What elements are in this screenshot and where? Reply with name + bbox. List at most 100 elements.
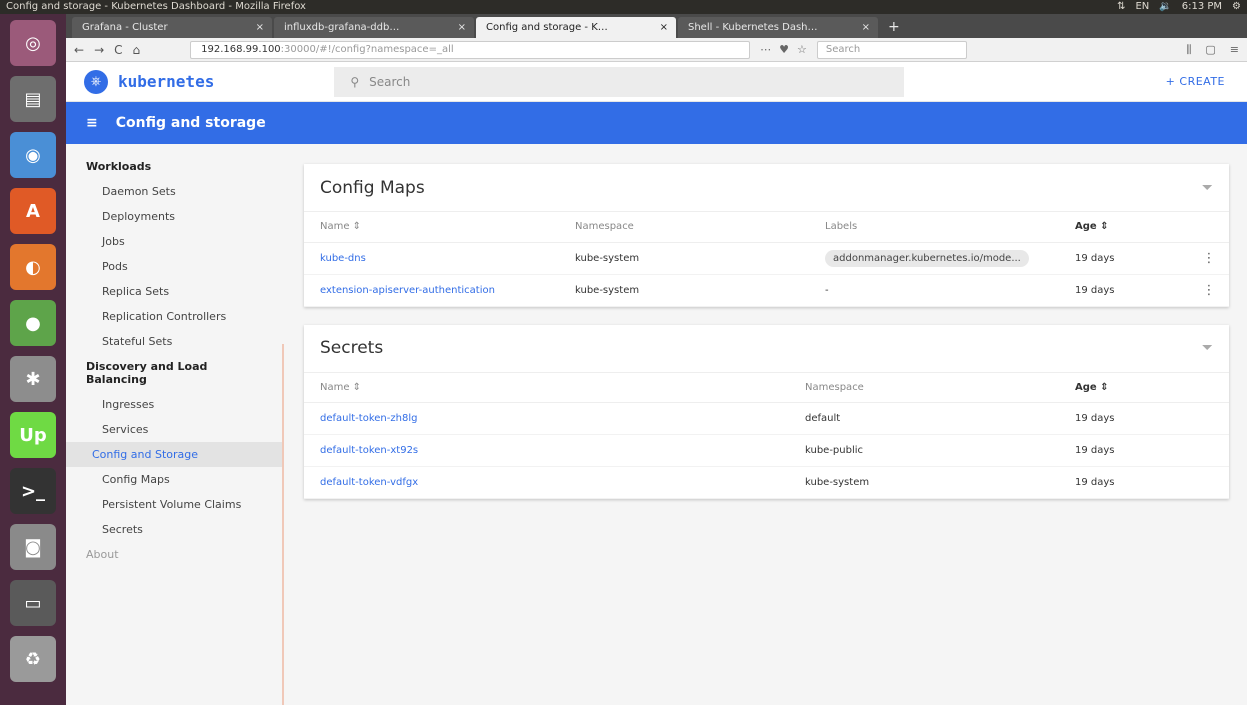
new-tab-button[interactable]: + [880,17,908,38]
namespace-cell: default [789,402,1059,435]
row-menu-icon[interactable]: ⋮ [1189,242,1229,275]
sidebar-item-persistent-volume-claims[interactable]: Persistent Volume Claims [66,492,284,517]
close-tab-icon[interactable]: × [458,17,466,38]
system-settings-icon[interactable]: ✱ [10,356,56,402]
tab-bar: Grafana - Cluster × influxdb-grafana-ddb…… [66,14,1247,38]
labels-cell: - [809,274,1059,307]
configmap-name-link[interactable]: kube-dns [304,242,559,275]
firefox-icon[interactable]: ◐ [10,244,56,290]
clock[interactable]: 6:13 PM [1182,0,1222,14]
sidebar-item-services[interactable]: Services [66,417,284,442]
table-row: default-token-xt92s kube-public 19 days [304,434,1229,467]
card-header: Config Maps ⏷ [304,164,1229,212]
table-row: kube-dns kube-system addonmanager.kubern… [304,242,1229,275]
age-cell: 19 days [1059,434,1229,467]
reload-icon[interactable]: C [114,43,122,57]
tab-grafana-cluster[interactable]: Grafana - Cluster × [72,17,272,38]
chrome-icon[interactable]: ◉ [10,132,56,178]
sidebar-item-replication-controllers[interactable]: Replication Controllers [66,304,284,329]
trash-icon[interactable]: ♻ [10,636,56,682]
configmap-name-link[interactable]: extension-apiserver-authentication [304,274,559,307]
sidebar-divider [282,344,284,705]
age-cell: 19 days [1059,402,1229,435]
sidebar-item-replica-sets[interactable]: Replica Sets [66,279,284,304]
settings-gear-icon[interactable]: ⚙ [1232,0,1241,14]
table-row: default-token-vdfgx kube-system 19 days [304,466,1229,499]
content-area: Workloads Daemon Sets Deployments Jobs P… [66,144,1247,705]
close-tab-icon[interactable]: × [862,17,870,38]
menu-icon[interactable]: ≡ [86,115,98,131]
sidebar-item-daemon-sets[interactable]: Daemon Sets [66,179,284,204]
namespace-cell: kube-system [789,466,1059,499]
create-button[interactable]: + CREATE [1166,75,1225,88]
terminal-icon[interactable]: >_ [10,468,56,514]
filter-icon[interactable]: ⏷ [1202,340,1213,356]
dash-home-icon[interactable]: ◎ [10,20,56,66]
close-tab-icon[interactable]: × [660,17,668,38]
page-actions-menu-icon[interactable]: ⋯ [760,43,771,56]
network-icon[interactable]: ⇅ [1117,0,1125,14]
files-icon[interactable]: ▤ [10,76,56,122]
page-title: Config and storage [115,115,266,131]
row-menu-icon[interactable]: ⋮ [1189,274,1229,307]
filter-icon[interactable]: ⏷ [1202,180,1213,196]
sidebar-item-stateful-sets[interactable]: Stateful Sets [66,329,284,354]
sidebar-item-deployments[interactable]: Deployments [66,204,284,229]
table-header-row: Name ⇕ Namespace Labels Age ⇕ [304,212,1229,243]
namespace-cell: kube-public [789,434,1059,467]
card-title: Config Maps [320,177,425,198]
disk-icon[interactable]: ◙ [10,524,56,570]
k8s-search-input[interactable]: ⚲ Search [334,66,905,97]
card-header: Secrets ⏷ [304,325,1229,373]
age-cell: 19 days [1059,242,1189,275]
close-tab-icon[interactable]: × [256,17,264,38]
sidebar-item-jobs[interactable]: Jobs [66,229,284,254]
sidebar-section-discovery[interactable]: Discovery and Load Balancing [66,354,284,392]
sidebar-item-secrets[interactable]: Secrets [66,517,284,542]
label-chip: addonmanager.kubernetes.io/mode... [825,249,1029,267]
secret-name-link[interactable]: default-token-vdfgx [304,466,789,499]
os-top-bar: Config and storage - Kubernetes Dashboar… [0,0,1247,14]
sidebar-section-workloads[interactable]: Workloads [66,154,284,179]
tab-influxdb-grafana[interactable]: influxdb-grafana-ddb… × [274,17,474,38]
page-actions: ⋯ ♥ ☆ [760,43,807,56]
hamburger-menu-icon[interactable]: ≡ [1230,43,1239,57]
sidebar-item-about[interactable]: About [66,542,284,567]
pocket-icon[interactable]: ♥ [779,43,789,56]
system-tray: ⇅ EN 🔉 6:13 PM ⚙ [1117,0,1241,14]
forward-arrow-icon[interactable]: → [94,43,104,57]
column-header-age[interactable]: Age ⇕ [1059,372,1229,403]
url-bar[interactable]: 192.168.99.100:30000/#!/config?namespace… [190,40,751,59]
card-title: Secrets [320,338,384,358]
sidebar-item-config-maps[interactable]: Config Maps [66,467,284,492]
secret-name-link[interactable]: default-token-xt92s [304,434,789,467]
home-icon[interactable]: ⌂ [133,43,141,57]
app-icon[interactable]: ● [10,300,56,346]
brand-name[interactable]: kubernetes [118,72,214,91]
browser-search-input[interactable]: Search [816,40,967,59]
upwork-icon[interactable]: Up [10,412,56,458]
column-header-name[interactable]: Name ⇕ [304,372,789,403]
sidebar-section-config-storage[interactable]: Config and Storage [66,442,284,467]
tab-shell-kubernetes[interactable]: Shell - Kubernetes Dash… × [678,17,878,38]
tab-config-and-storage[interactable]: Config and storage - K… × [476,17,676,38]
sidebar-item-ingresses[interactable]: Ingresses [66,392,284,417]
column-header-name[interactable]: Name ⇕ [304,212,559,243]
library-icon[interactable]: ⫼ [1186,43,1191,57]
age-cell: 19 days [1059,466,1229,499]
back-arrow-icon[interactable]: ← [74,43,84,57]
kubernetes-logo-icon[interactable]: ⎈ [84,69,108,94]
firefox-window: Grafana - Cluster × influxdb-grafana-ddb…… [66,14,1247,705]
volume-icon[interactable]: 🔉 [1159,0,1171,14]
column-header-age[interactable]: Age ⇕ [1059,212,1189,243]
software-center-icon[interactable]: A [10,188,56,234]
drive-icon[interactable]: ▭ [10,580,56,626]
config-maps-card: Config Maps ⏷ Name ⇕ Namespace Labels Ag… [304,164,1229,307]
secret-name-link[interactable]: default-token-zh8lg [304,402,789,435]
config-maps-table: Name ⇕ Namespace Labels Age ⇕ kube-dns k… [304,212,1229,307]
sidebar-toggle-icon[interactable]: ▢ [1205,43,1215,57]
bookmark-star-icon[interactable]: ☆ [797,43,807,56]
sidebar-item-pods[interactable]: Pods [66,254,284,279]
search-icon: ⚲ [350,74,360,89]
keyboard-layout-indicator[interactable]: EN [1135,0,1149,14]
